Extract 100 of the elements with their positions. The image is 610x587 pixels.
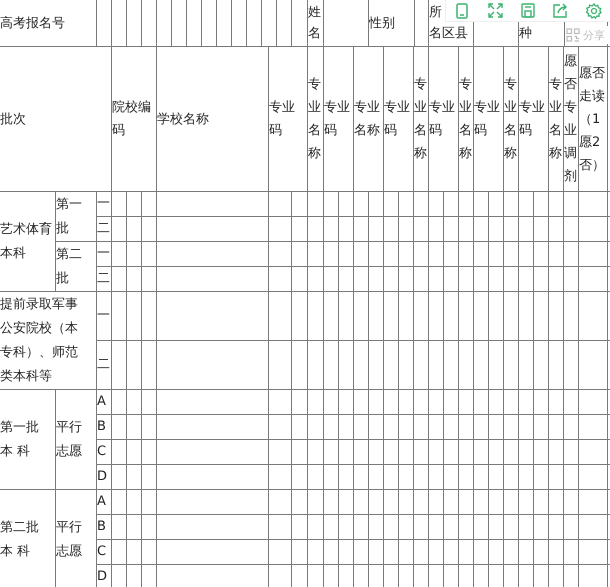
table-cell bbox=[429, 465, 443, 489]
table-cell bbox=[308, 292, 323, 340]
table-cell bbox=[308, 242, 323, 266]
table-cell bbox=[564, 540, 578, 564]
table-cell bbox=[489, 390, 503, 414]
table-cell bbox=[519, 192, 533, 216]
table-cell bbox=[399, 217, 413, 241]
expand-button[interactable] bbox=[486, 2, 504, 20]
table-cell bbox=[534, 267, 548, 291]
table-cell bbox=[269, 217, 291, 241]
share-link[interactable]: 分享 bbox=[583, 28, 605, 42]
table-cell bbox=[534, 415, 548, 439]
table-cell bbox=[354, 515, 368, 539]
table-cell bbox=[369, 440, 383, 464]
table-cell bbox=[142, 515, 156, 539]
table-cell bbox=[292, 390, 307, 414]
table-cell bbox=[564, 390, 578, 414]
table-cell bbox=[399, 465, 413, 489]
table-cell bbox=[534, 341, 548, 389]
field-label: 所 bbox=[429, 4, 442, 22]
table-cell bbox=[399, 415, 413, 439]
table-cell bbox=[459, 440, 473, 464]
table-cell bbox=[339, 440, 353, 464]
table-cell bbox=[564, 565, 578, 587]
table-cell bbox=[459, 515, 473, 539]
column-header: 专业码 bbox=[324, 47, 353, 191]
table-cell bbox=[269, 292, 291, 340]
table-cell bbox=[127, 192, 141, 216]
table-cell bbox=[112, 415, 126, 439]
table-cell bbox=[384, 565, 398, 587]
table-cell bbox=[429, 565, 443, 587]
table-cell bbox=[474, 490, 488, 514]
table-cell bbox=[112, 192, 126, 216]
table-cell bbox=[127, 415, 141, 439]
column-header: 专业码 bbox=[384, 47, 413, 191]
table-cell bbox=[308, 192, 323, 216]
table-cell bbox=[414, 292, 428, 340]
table-cell bbox=[549, 565, 563, 587]
table-cell bbox=[339, 515, 353, 539]
table-cell bbox=[429, 217, 443, 241]
table-cell bbox=[308, 490, 323, 514]
table-cell bbox=[429, 540, 443, 564]
table-cell bbox=[292, 217, 307, 241]
table-cell bbox=[369, 390, 383, 414]
table-cell bbox=[429, 390, 443, 414]
table-cell bbox=[324, 341, 338, 389]
column-header: 专业名称 bbox=[504, 47, 518, 191]
table-cell bbox=[564, 341, 578, 389]
table-cell bbox=[127, 490, 141, 514]
table-cell bbox=[384, 415, 398, 439]
table-cell bbox=[444, 565, 458, 587]
table-cell bbox=[444, 341, 458, 389]
table-cell bbox=[399, 565, 413, 587]
table-cell bbox=[534, 390, 548, 414]
table-cell bbox=[444, 390, 458, 414]
table-cell bbox=[112, 292, 126, 340]
table-cell bbox=[519, 292, 533, 340]
table-cell bbox=[474, 192, 488, 216]
table-cell bbox=[489, 217, 503, 241]
row-header: 艺术体育本科 bbox=[0, 192, 55, 291]
gear-button[interactable] bbox=[584, 2, 603, 20]
column-header: 专业码 bbox=[474, 47, 503, 191]
table-cell bbox=[549, 490, 563, 514]
table-cell bbox=[292, 242, 307, 266]
table-cell bbox=[369, 217, 383, 241]
table-cell bbox=[429, 192, 443, 216]
table-cell bbox=[324, 217, 338, 241]
table-cell bbox=[519, 465, 533, 489]
table-cell bbox=[564, 415, 578, 439]
table-cell bbox=[414, 242, 428, 266]
table-cell bbox=[384, 267, 398, 291]
table-cell bbox=[534, 440, 548, 464]
table-cell bbox=[489, 267, 503, 291]
table-cell bbox=[277, 0, 291, 46]
table-cell bbox=[474, 415, 488, 439]
table-cell bbox=[489, 515, 503, 539]
table-cell bbox=[579, 540, 607, 564]
save-button[interactable] bbox=[518, 2, 537, 20]
table-cell bbox=[489, 242, 503, 266]
table-cell bbox=[459, 415, 473, 439]
table-cell bbox=[339, 341, 353, 389]
table-cell bbox=[292, 267, 307, 291]
table-cell bbox=[504, 490, 518, 514]
table-cell bbox=[474, 341, 488, 389]
row-label: A bbox=[97, 490, 111, 514]
table-cell bbox=[202, 0, 216, 46]
table-cell bbox=[504, 267, 518, 291]
table-cell bbox=[127, 267, 141, 291]
table-cell bbox=[369, 465, 383, 489]
table-cell bbox=[519, 390, 533, 414]
row-label: 一 bbox=[97, 292, 111, 340]
table-cell bbox=[324, 565, 338, 587]
table-cell bbox=[292, 415, 307, 439]
table-cell bbox=[549, 515, 563, 539]
table-cell bbox=[112, 565, 126, 587]
table-cell bbox=[549, 440, 563, 464]
table-cell bbox=[549, 292, 563, 340]
table-cell bbox=[504, 465, 518, 489]
table-cell bbox=[308, 515, 323, 539]
table-cell bbox=[369, 540, 383, 564]
